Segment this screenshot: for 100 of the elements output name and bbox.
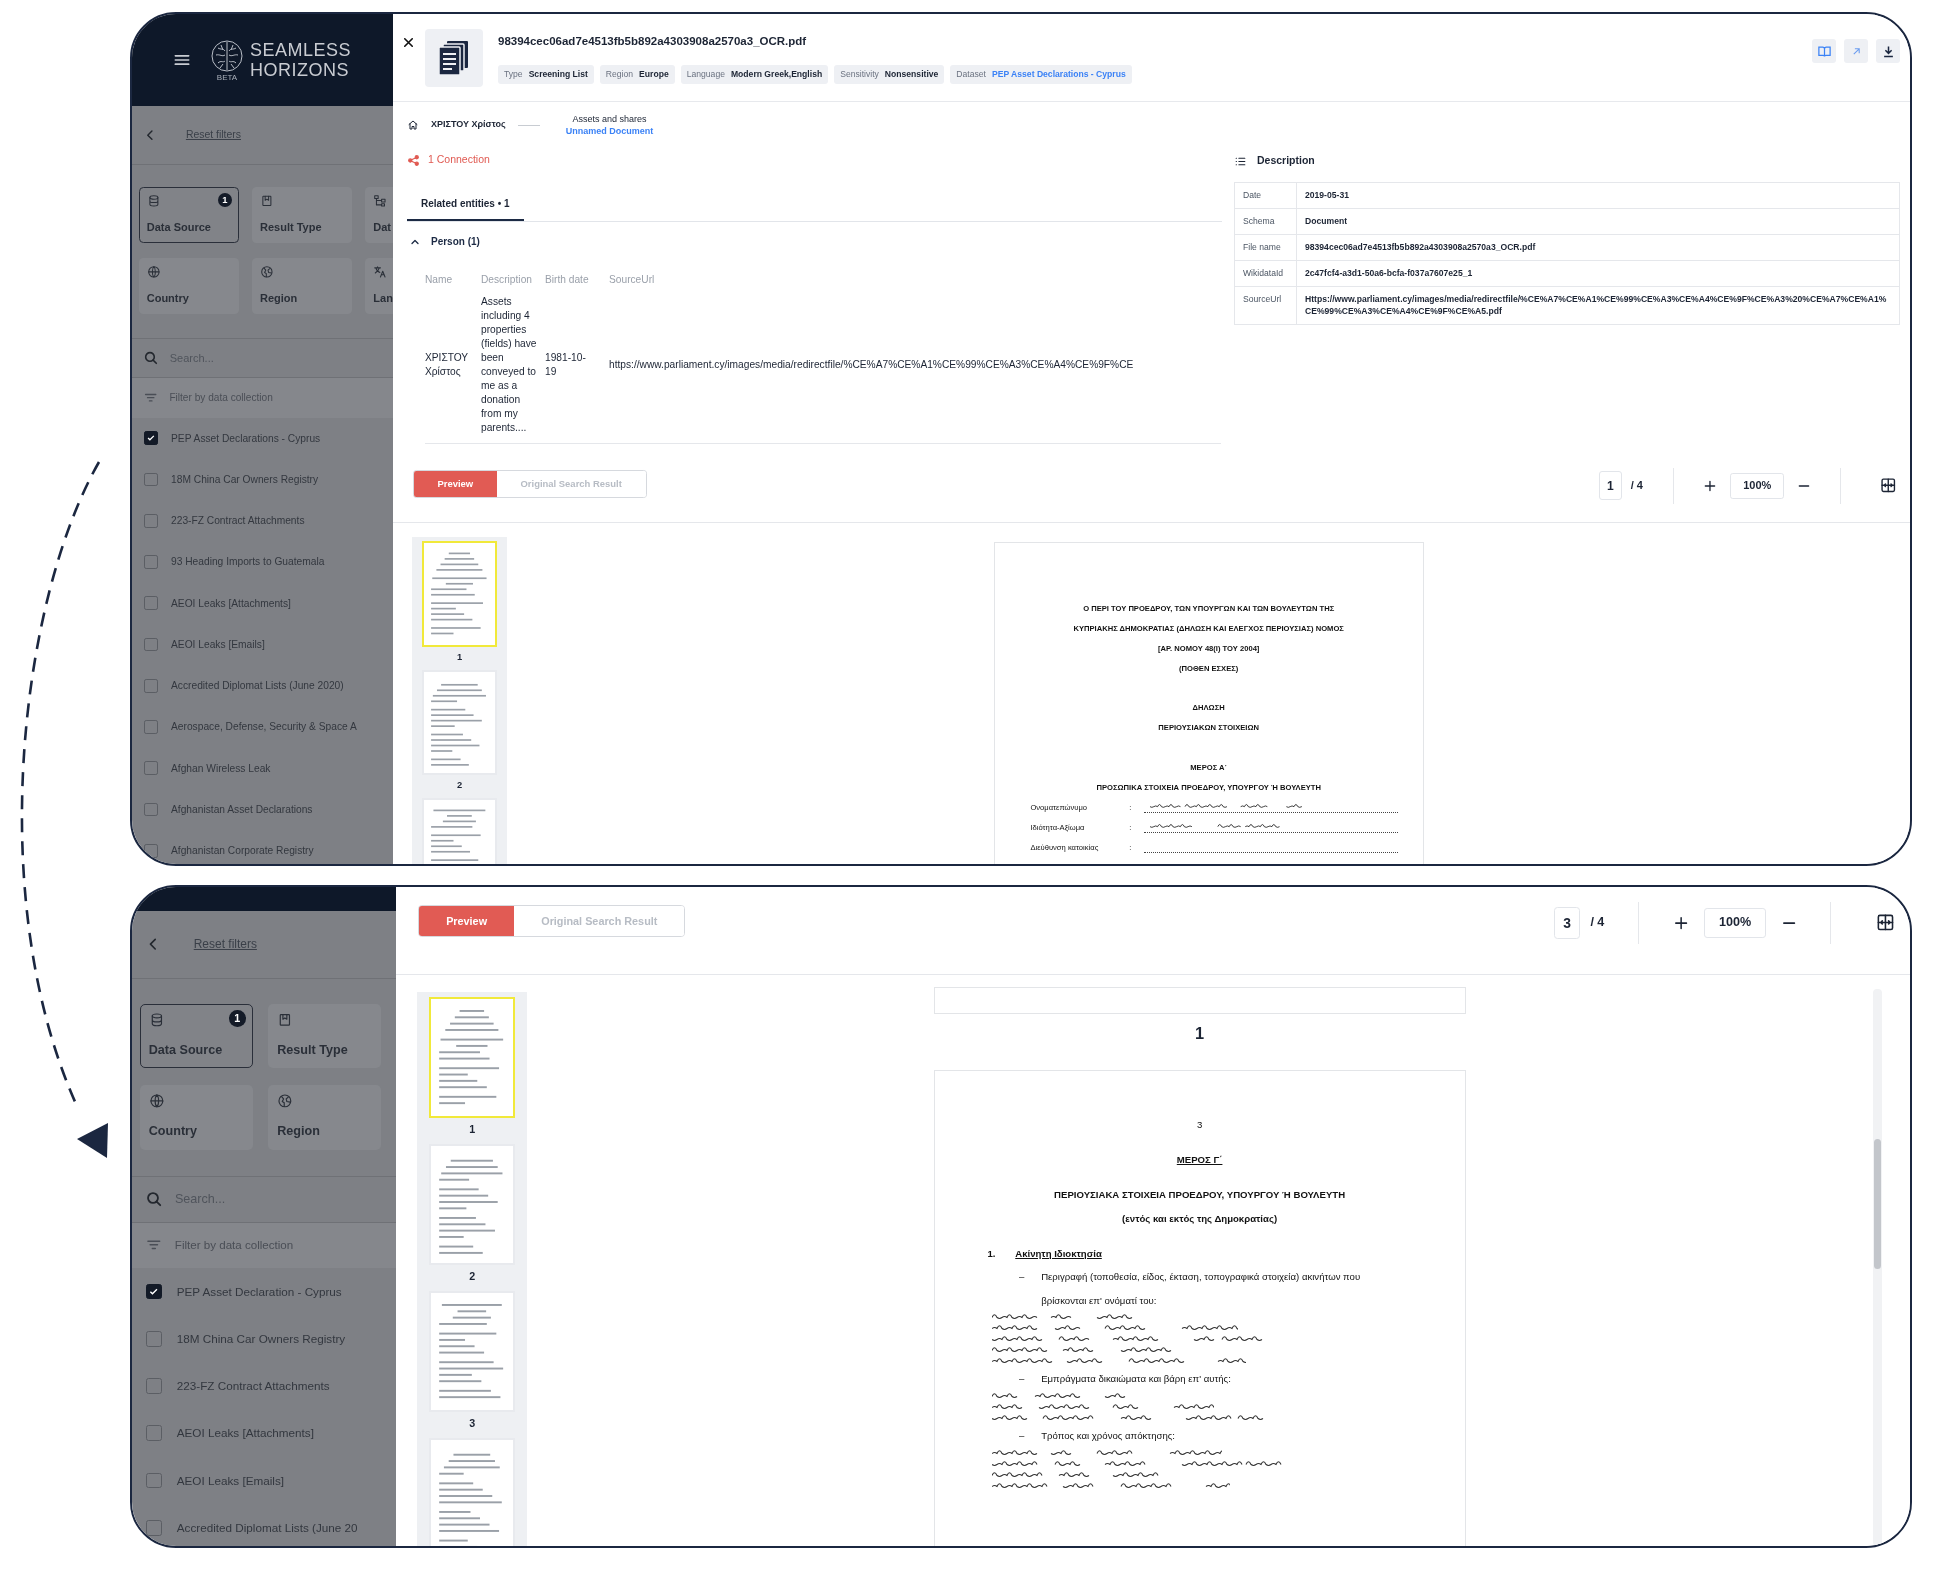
page-count: / 4 (1630, 478, 1643, 494)
checkbox[interactable] (145, 1378, 162, 1394)
column-header: Name (425, 274, 453, 285)
section-title: ΜΕΡΟΣ Γ΄ (1176, 1154, 1223, 1166)
brain-icon (210, 38, 244, 73)
section-title: Ακίνητη Ιδιοκτησία (1015, 1246, 1102, 1261)
checkbox[interactable] (144, 555, 158, 569)
count-badge: 1 (228, 1010, 246, 1027)
filter-tile[interactable]: Result Type (268, 1004, 382, 1069)
count-badge: 1 (217, 192, 233, 208)
earth-icon (260, 265, 274, 280)
tag-label: Region (605, 68, 634, 82)
page-number: 3 (1196, 1119, 1203, 1131)
filter-tile[interactable]: Country (138, 258, 239, 315)
checkbox[interactable] (145, 1519, 162, 1536)
tab[interactable]: Related entities • 1 (407, 188, 524, 221)
mode-tab[interactable]: Preview (419, 906, 515, 936)
checkbox[interactable] (144, 761, 158, 776)
home-icon[interactable] (407, 119, 419, 131)
book-button[interactable] (1812, 39, 1836, 63)
checkbox[interactable] (145, 1330, 162, 1347)
collection-label[interactable]: Aerospace, Defense, Security & Space A (171, 719, 357, 735)
filter-tile[interactable]: Data Source 1 (139, 1004, 253, 1069)
collection-label[interactable]: Afghanistan Corporate Registry (171, 843, 314, 859)
connection-count[interactable]: 1 Connection (428, 152, 490, 168)
page-number-field[interactable]: 1 (1598, 471, 1622, 500)
group-title[interactable]: Person (1) (431, 234, 480, 249)
property-name: SourceUrl (1243, 293, 1282, 304)
document-text: Τρόπος και χρόνος απόκτησης: (1041, 1429, 1176, 1443)
collection-label[interactable]: 223-FZ Contract Attachments (176, 1377, 330, 1395)
collection-label[interactable]: AEOI Leaks [Emails] (176, 1471, 285, 1490)
open-external-button[interactable] (1844, 39, 1868, 63)
collection-label[interactable]: AEOI Leaks [Attachments] (171, 595, 291, 611)
reset-filters-link[interactable]: Reset filters (185, 127, 241, 144)
collection-label[interactable]: AEOI Leaks [Emails] (171, 636, 265, 653)
hierarchy-icon (373, 194, 388, 209)
collection-label[interactable]: PEP Asset Declarations - Cyprus (171, 430, 321, 446)
checkbox[interactable] (144, 720, 158, 734)
collection-label[interactable]: 18M China Car Owners Registry (171, 471, 319, 488)
table-cell: 1981-10-19 (545, 352, 586, 377)
fit-page-icon[interactable] (1880, 477, 1897, 494)
page-thumbnail[interactable] (422, 541, 497, 647)
collection-label[interactable]: Accredited Diplomat Lists (June 2020) (171, 678, 344, 694)
fit-page-icon[interactable] (1876, 913, 1895, 933)
brand-name: SEAMLESS HORIZONS (250, 39, 352, 81)
filter-tile[interactable]: Result Type (251, 187, 352, 244)
zoom-level-field[interactable]: 100% (1704, 908, 1766, 938)
checkbox[interactable] (144, 513, 158, 528)
filter-tile[interactable]: Lan (365, 258, 393, 315)
breadcrumb-link[interactable]: ΧΡΙΣΤΟΥ Χρίστος (431, 118, 506, 132)
page-thumbnail[interactable] (429, 1143, 516, 1265)
page-number-field[interactable]: 3 (1553, 906, 1581, 940)
filter-tile[interactable]: Data Source 1 (138, 187, 239, 244)
collection-label[interactable]: Afghanistan Asset Declarations (171, 801, 313, 818)
table-cell: https://www.parliament.cy/images/media/redirectfile/%CE%A7%CE%A1%CE%99%CE%A3%CE%A4%CE%9F%CE (609, 359, 1134, 370)
collection-label[interactable]: 93 Heading Imports to Guatemala (171, 554, 325, 570)
property-value: Https://www.parliament.cy/images/media/redirectfile/%CE%A7%CE%A1%CE%99%CE%A3%CE%A4%CE%9F%CE%A3%20%CE%A7%CE%A1%CE%99%CE%A3%CE%A4%CE%9F%CE%A5.pdf (1305, 293, 1887, 317)
breadcrumb-link[interactable]: Unnamed Document (565, 125, 654, 138)
collection-label[interactable]: PEP Asset Declaration - Cyprus (176, 1282, 342, 1301)
collection-label[interactable]: 18M China Car Owners Registry (176, 1329, 346, 1348)
filter-tile[interactable]: Region (251, 258, 352, 315)
mode-tab[interactable]: Preview (413, 471, 497, 497)
collection-label[interactable]: 223-FZ Contract Attachments (171, 513, 305, 529)
tag-label: Dataset (956, 68, 986, 82)
checkbox[interactable] (145, 1283, 162, 1300)
filter-tile[interactable]: Country (139, 1085, 253, 1150)
page-thumbnail[interactable] (429, 996, 516, 1118)
checkbox[interactable] (144, 678, 158, 693)
filter-tile[interactable]: Region (268, 1085, 382, 1150)
scrollbar[interactable] (1873, 989, 1882, 1546)
filter-label: Filter by data collection (174, 1237, 294, 1253)
reset-filters-link[interactable]: Reset filters (193, 935, 257, 954)
zoom-level-field[interactable]: 100% (1730, 472, 1785, 499)
download-button[interactable] (1876, 39, 1900, 63)
checkbox[interactable] (145, 1425, 162, 1442)
property-name: File name (1243, 241, 1281, 252)
checkbox[interactable] (144, 843, 158, 858)
checkbox[interactable] (145, 1472, 162, 1489)
page-thumbnail[interactable] (422, 669, 497, 776)
page-thumbnail[interactable] (429, 1290, 516, 1412)
property-value: Document (1305, 215, 1348, 226)
collection-label[interactable]: AEOI Leaks [Attachments] (176, 1424, 314, 1443)
tag-link[interactable]: PEP Asset Declarations - Cyprus (992, 68, 1126, 82)
breadcrumb-section: Assets and shares (572, 112, 647, 125)
filter-tile[interactable]: Dat (365, 187, 393, 244)
page-thumbnail[interactable] (429, 1437, 516, 1546)
checkbox[interactable] (144, 431, 158, 446)
checkbox[interactable] (144, 596, 158, 611)
checkbox[interactable] (144, 637, 158, 652)
bookmark-icon (277, 1012, 293, 1028)
list-dash: – (1019, 1270, 1026, 1285)
collection-label[interactable]: Afghan Wireless Leak (171, 760, 271, 776)
checkbox[interactable] (144, 472, 158, 487)
column-header: Birth date (545, 274, 589, 285)
collection-label[interactable]: Accredited Diplomat Lists (June 20 (176, 1518, 358, 1537)
bookmark-icon (260, 194, 274, 209)
thumbnail-number: 2 (456, 779, 463, 793)
checkbox[interactable] (144, 802, 158, 817)
globe-icon (146, 265, 161, 280)
page-label: 1 (1195, 1022, 1205, 1044)
